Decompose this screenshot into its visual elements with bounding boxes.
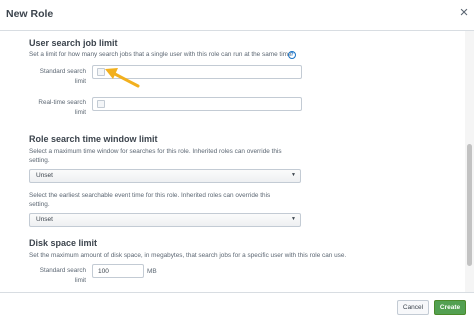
max-time-window-select[interactable]: Unset ▼ — [29, 169, 301, 183]
chevron-down-icon: ▼ — [291, 216, 296, 222]
chevron-down-icon: ▼ — [291, 172, 296, 178]
disk-space-heading: Disk space limit — [29, 238, 98, 248]
realtime-search-limit-input[interactable] — [92, 97, 302, 111]
max-time-window-value: Unset — [36, 172, 53, 179]
disk-space-unit: MB — [147, 268, 157, 275]
realtime-search-limit-label: Real-time search limit — [38, 99, 86, 116]
dialog-footer: Cancel Create — [0, 292, 474, 321]
time-window-description-2: Select the earliest searchable event tim… — [29, 192, 271, 208]
disk-space-description: Set the maximum amount of disk space, in… — [29, 252, 347, 259]
cancel-button[interactable]: Cancel — [397, 300, 429, 315]
create-button[interactable]: Create — [434, 300, 466, 315]
job-limit-heading: User search job limit — [29, 38, 118, 48]
disk-space-limit-input[interactable] — [92, 264, 144, 278]
earliest-event-time-select[interactable]: Unset ▼ — [29, 213, 301, 227]
pointer-arrow-icon — [105, 68, 140, 88]
realtime-search-limit-checkbox[interactable] — [97, 100, 105, 108]
scrollbar[interactable] — [465, 31, 474, 292]
dialog-title: New Role — [6, 8, 54, 20]
time-window-description-1: Select a maximum time window for searche… — [29, 148, 282, 164]
standard-search-limit-label: Standard search limit — [39, 68, 86, 85]
scrollbar-thumb[interactable] — [467, 144, 472, 266]
time-window-heading: Role search time window limit — [29, 134, 158, 144]
dialog-header: New Role × — [0, 0, 474, 31]
job-limit-description: Set a limit for how many search jobs tha… — [29, 51, 292, 58]
earliest-event-time-value: Unset — [36, 216, 53, 223]
disk-space-limit-label: Standard search limit — [39, 267, 86, 284]
info-icon[interactable]: ? — [288, 51, 296, 59]
close-icon[interactable]: × — [457, 5, 471, 20]
